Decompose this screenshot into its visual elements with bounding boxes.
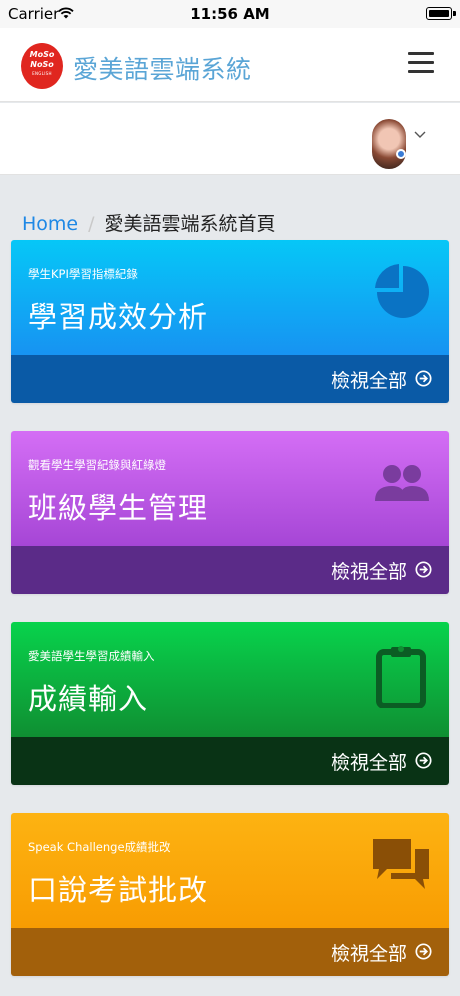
- app-title: 愛美語雲端系統: [73, 55, 252, 84]
- breadcrumb: Home / 愛美語雲端系統首頁: [22, 209, 276, 236]
- card-subtitle: Speak Challenge成績批改: [28, 840, 171, 854]
- view-all-link[interactable]: 檢視全部: [331, 557, 407, 584]
- menu-bar-icon: [408, 52, 434, 55]
- card-grade-input[interactable]: 愛美語學生學習成績輸入 成績輸入 檢視全部: [11, 622, 449, 785]
- arrow-circle-right-icon: [415, 943, 432, 960]
- user-bar: [0, 103, 460, 175]
- view-all-link[interactable]: 檢視全部: [331, 748, 407, 775]
- logo-line-3: ENGLISH: [32, 71, 52, 76]
- card-footer[interactable]: 檢視全部: [11, 355, 449, 403]
- breadcrumb-separator: /: [88, 213, 95, 235]
- menu-bar-icon: [408, 70, 434, 73]
- card-subtitle: 學生KPI學習指標紀錄: [28, 267, 138, 281]
- card-title: 口說考試批改: [28, 873, 209, 907]
- app-logo[interactable]: MoSo NoSo ENGLISH: [21, 43, 63, 89]
- card-header: 觀看學生學習紀錄與紅綠燈 班級學生管理: [11, 431, 449, 546]
- card-header: 愛美語學生學習成績輸入 成績輸入: [11, 622, 449, 737]
- card-title: 學習成效分析: [28, 300, 209, 334]
- card-footer[interactable]: 檢視全部: [11, 546, 449, 594]
- card-header: Speak Challenge成績批改 口說考試批改: [11, 813, 449, 928]
- card-speaking-test-grading[interactable]: Speak Challenge成績批改 口說考試批改 檢視全部: [11, 813, 449, 976]
- arrow-circle-right-icon: [415, 752, 432, 769]
- chevron-down-icon[interactable]: [414, 131, 426, 139]
- card-subtitle: 觀看學生學習紀錄與紅綠燈: [28, 458, 166, 472]
- card-footer[interactable]: 檢視全部: [11, 928, 449, 976]
- logo-line-1: MoSo: [29, 50, 55, 59]
- clipboard-icon: [376, 646, 426, 708]
- logo-line-2: NoSo: [30, 60, 54, 69]
- online-status-icon: [396, 149, 406, 159]
- card-learning-analysis[interactable]: 學生KPI學習指標紀錄 學習成效分析 檢視全部: [11, 240, 449, 403]
- menu-bar-icon: [408, 61, 434, 64]
- card-title: 班級學生管理: [28, 491, 209, 525]
- view-all-link[interactable]: 檢視全部: [331, 366, 407, 393]
- app-header: MoSo NoSo ENGLISH 愛美語雲端系統: [0, 28, 460, 102]
- card-header: 學生KPI學習指標紀錄 學習成效分析: [11, 240, 449, 355]
- avatar[interactable]: [372, 119, 406, 169]
- card-footer[interactable]: 檢視全部: [11, 737, 449, 785]
- breadcrumb-current: 愛美語雲端系統首頁: [104, 213, 276, 235]
- card-class-management[interactable]: 觀看學生學習紀錄與紅綠燈 班級學生管理 檢視全部: [11, 431, 449, 594]
- card-title: 成績輸入: [28, 682, 149, 716]
- clock: 11:56 AM: [190, 5, 270, 23]
- breadcrumb-home-link[interactable]: Home: [22, 213, 78, 235]
- view-all-link[interactable]: 檢視全部: [331, 939, 407, 966]
- battery-icon: [426, 7, 456, 20]
- comments-icon: [373, 839, 429, 889]
- arrow-circle-right-icon: [415, 370, 432, 387]
- card-subtitle: 愛美語學生學習成績輸入: [28, 649, 155, 663]
- pie-chart-icon: [375, 264, 429, 318]
- hamburger-menu-button[interactable]: [408, 52, 434, 74]
- users-icon: [375, 465, 429, 501]
- arrow-circle-right-icon: [415, 561, 432, 578]
- status-bar: Carrier 11:56 AM: [0, 0, 460, 28]
